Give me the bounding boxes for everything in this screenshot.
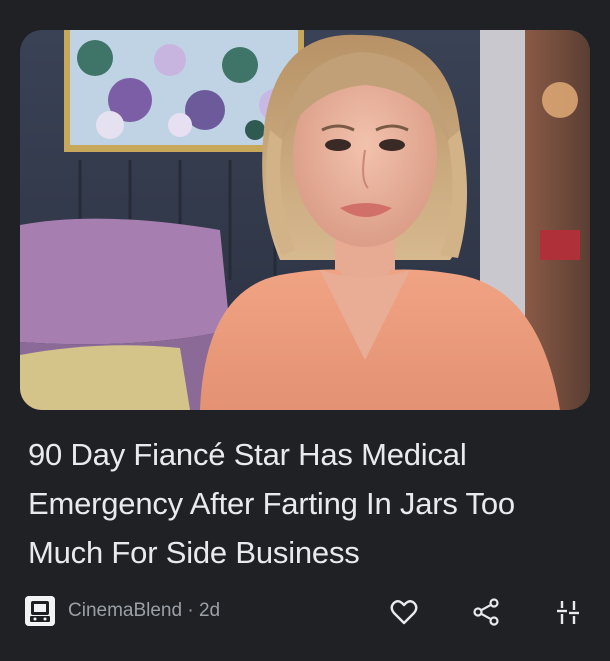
- heart-icon: [390, 600, 418, 625]
- source-name[interactable]: CinemaBlend: [68, 600, 182, 621]
- cinemablend-logo: [25, 596, 55, 626]
- share-button[interactable]: [468, 594, 504, 630]
- meta-separator: ·: [187, 600, 194, 621]
- article-age: 2d: [198, 600, 221, 621]
- more-options-button[interactable]: [550, 594, 586, 630]
- article-headline[interactable]: 90 Day Fiancé Star Has Medical Emergency…: [28, 430, 588, 577]
- adjust-icon: [557, 601, 579, 624]
- like-button[interactable]: [386, 594, 422, 630]
- article-thumbnail[interactable]: [20, 30, 590, 410]
- source-line: CinemaBlend · 2d: [68, 600, 220, 622]
- share-icon: [473, 598, 499, 626]
- news-card[interactable]: 90 Day Fiancé Star Has Medical Emergency…: [0, 0, 610, 661]
- article-footer: CinemaBlend · 2d: [0, 590, 610, 634]
